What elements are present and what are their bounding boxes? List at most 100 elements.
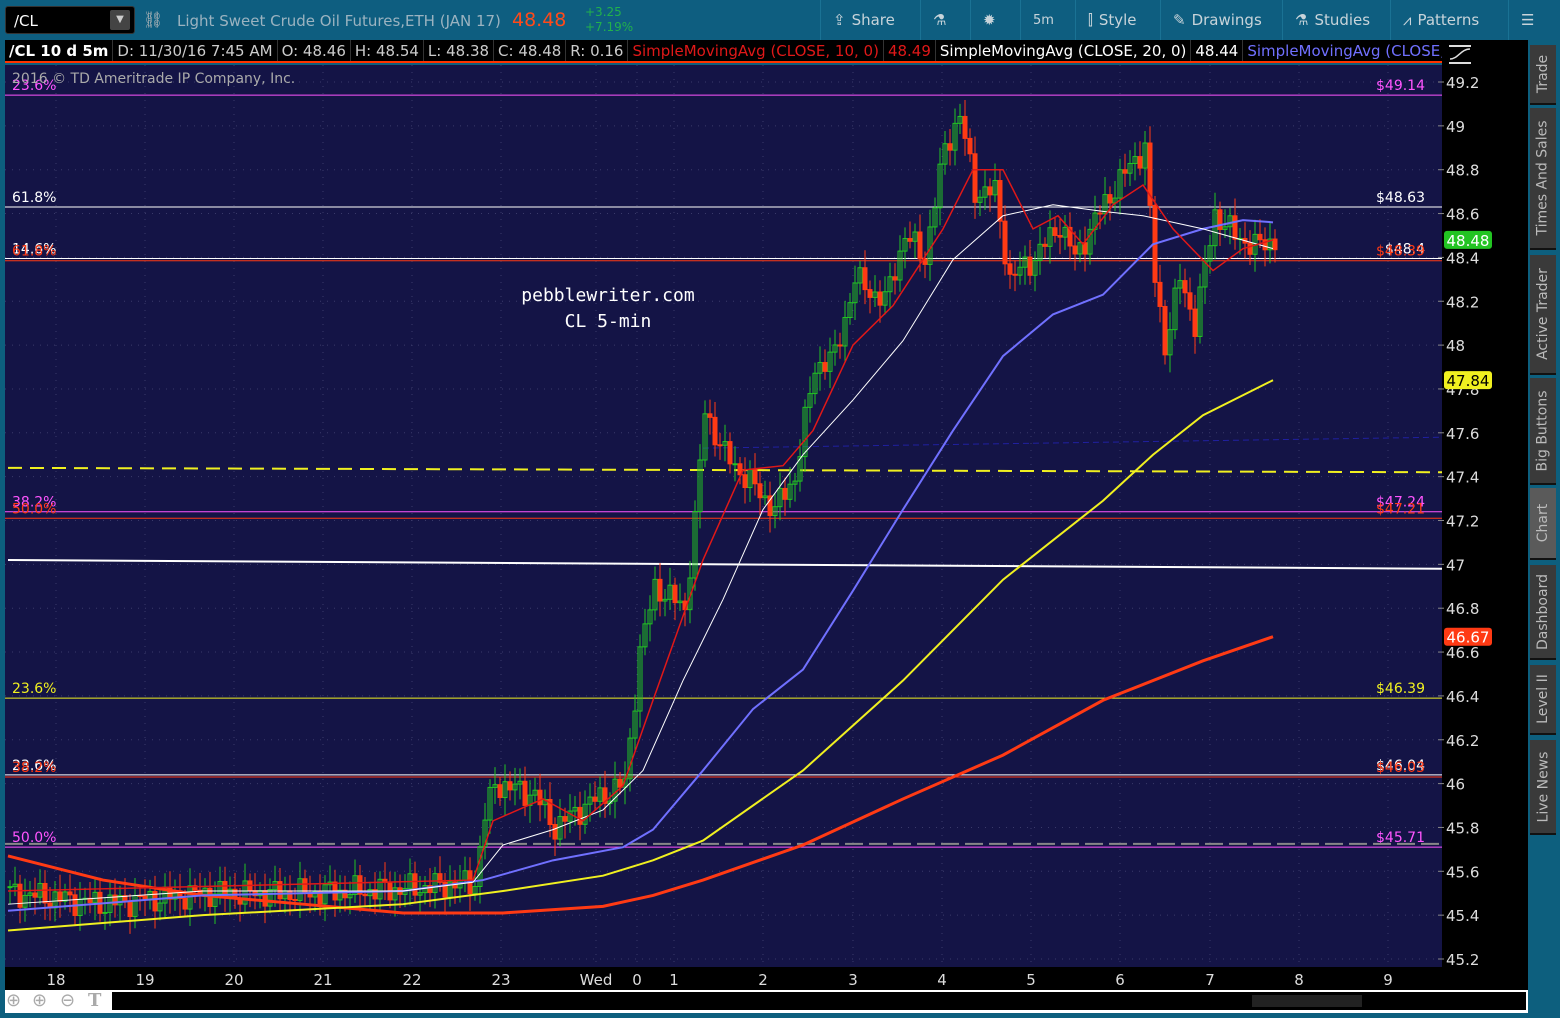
candle <box>892 276 898 281</box>
y-tick-label: 45.8 <box>1446 819 1479 837</box>
x-tick-label: 22 <box>402 971 421 989</box>
candle <box>1052 227 1058 236</box>
candle <box>917 231 923 260</box>
y-tick-label: 47 <box>1446 556 1465 574</box>
price-chart[interactable]: 23.6% $49.1461.8% $48.6314.6% $48.461.8% $48… <box>0 0 1560 1018</box>
candle <box>7 886 13 889</box>
y-tick-label: 47.2 <box>1446 513 1479 531</box>
y-tick-label: 46.8 <box>1446 600 1479 618</box>
tab-label: Trade <box>1535 54 1551 94</box>
candle <box>57 891 63 902</box>
candle <box>1002 220 1008 265</box>
tab-level-ii[interactable]: Level II <box>1530 665 1556 735</box>
tab-live-news[interactable]: Live News <box>1530 740 1556 835</box>
scale-icon[interactable] <box>1449 45 1471 64</box>
fib-level-price: $48.39 <box>1376 244 1425 260</box>
candle <box>1182 280 1188 294</box>
candle <box>727 441 733 465</box>
price-badge-value: 48.48 <box>1447 232 1490 250</box>
y-tick-label: 48.8 <box>1446 162 1479 180</box>
crosshair-icon[interactable]: ⊕ <box>6 990 21 1011</box>
y-tick-label: 47.4 <box>1446 469 1479 487</box>
candle <box>987 186 993 196</box>
tab-label: Level II <box>1535 674 1552 724</box>
candle <box>877 291 883 306</box>
candle <box>412 873 418 896</box>
y-tick-label: 46.2 <box>1446 732 1479 750</box>
tab-label: Chart <box>1535 503 1552 543</box>
candle <box>1137 156 1143 169</box>
candle <box>1232 215 1238 240</box>
candle <box>1072 245 1078 255</box>
y-tick-label: 48.2 <box>1446 293 1479 311</box>
scrollbar-thumb[interactable] <box>1252 995 1362 1007</box>
x-tick-label: Wed <box>580 971 613 989</box>
x-tick-label: 19 <box>135 971 154 989</box>
candle <box>1027 256 1033 276</box>
x-tick-label: 1 <box>669 971 679 989</box>
candle <box>862 267 868 291</box>
copyright: 2016 © TD Ameritrade IP Company, Inc. <box>12 71 295 87</box>
candle <box>182 897 188 910</box>
candle <box>522 780 528 806</box>
fib-level-price: $47.21 <box>1376 501 1425 517</box>
horizontal-scrollbar[interactable] <box>112 992 1526 1010</box>
fib-level-percent: 23.6% <box>12 681 56 697</box>
zoom-out-icon[interactable]: ⊖ <box>60 990 75 1011</box>
candle <box>577 806 583 825</box>
candle <box>767 495 773 517</box>
price-badge-value: 46.67 <box>1447 629 1490 647</box>
fib-level-price: $46.39 <box>1376 681 1425 697</box>
tab-trade[interactable]: Trade <box>1530 45 1556 105</box>
candle <box>592 796 598 802</box>
fib-level-price: $48.63 <box>1376 190 1425 206</box>
x-tick-label: 7 <box>1205 971 1215 989</box>
candle <box>1272 238 1278 251</box>
tab-active-trader[interactable]: Active Trader <box>1530 255 1556 375</box>
fib-level-price: $46.03 <box>1376 760 1425 776</box>
watermark-site: pebblewriter.com <box>521 285 694 306</box>
fib-level-percent: 38.2% <box>12 760 56 776</box>
candle <box>1162 305 1168 356</box>
x-tick-label: 3 <box>848 971 858 989</box>
text-tool-icon[interactable]: T <box>88 990 101 1011</box>
y-tick-label: 48 <box>1446 337 1465 355</box>
candle <box>552 824 558 840</box>
candle <box>1187 292 1193 310</box>
tab-label: Active Trader <box>1535 268 1551 360</box>
y-tick-label: 47.6 <box>1446 425 1479 443</box>
x-tick-label: 8 <box>1294 971 1304 989</box>
candle <box>907 238 913 242</box>
candle <box>972 153 978 203</box>
tab-label: Dashboard <box>1535 573 1551 650</box>
candle <box>967 137 973 155</box>
candle <box>757 483 763 499</box>
y-tick-label: 48.4 <box>1446 249 1479 267</box>
y-tick-label: 45.6 <box>1446 863 1479 881</box>
candle <box>617 778 623 788</box>
candle <box>782 487 788 500</box>
candle <box>1012 273 1018 276</box>
tab-chart[interactable]: Chart <box>1530 488 1556 560</box>
candle <box>262 890 268 907</box>
candle <box>672 584 678 604</box>
tab-times-and-sales[interactable]: Times And Sales <box>1530 108 1556 250</box>
y-tick-label: 46 <box>1446 776 1465 794</box>
tab-big-buttons[interactable]: Big Buttons <box>1530 378 1556 485</box>
candle <box>752 469 758 485</box>
y-tick-label: 48.6 <box>1446 206 1479 224</box>
zoom-in-icon[interactable]: ⊕ <box>32 990 47 1011</box>
candle <box>822 362 828 372</box>
candle <box>497 784 503 799</box>
y-tick-label: 45.2 <box>1446 951 1479 969</box>
watermark-caption: CL 5-min <box>565 311 652 332</box>
x-tick-label: 4 <box>937 971 947 989</box>
tab-label: Times And Sales <box>1535 120 1551 236</box>
candle <box>67 891 73 896</box>
x-tick-label: 5 <box>1026 971 1036 989</box>
candle <box>997 180 1003 222</box>
tab-dashboard[interactable]: Dashboard <box>1530 565 1556 660</box>
price-badge-value: 47.84 <box>1447 372 1490 390</box>
x-tick-label: 20 <box>224 971 243 989</box>
fib-level-percent: 61.8% <box>12 190 56 206</box>
